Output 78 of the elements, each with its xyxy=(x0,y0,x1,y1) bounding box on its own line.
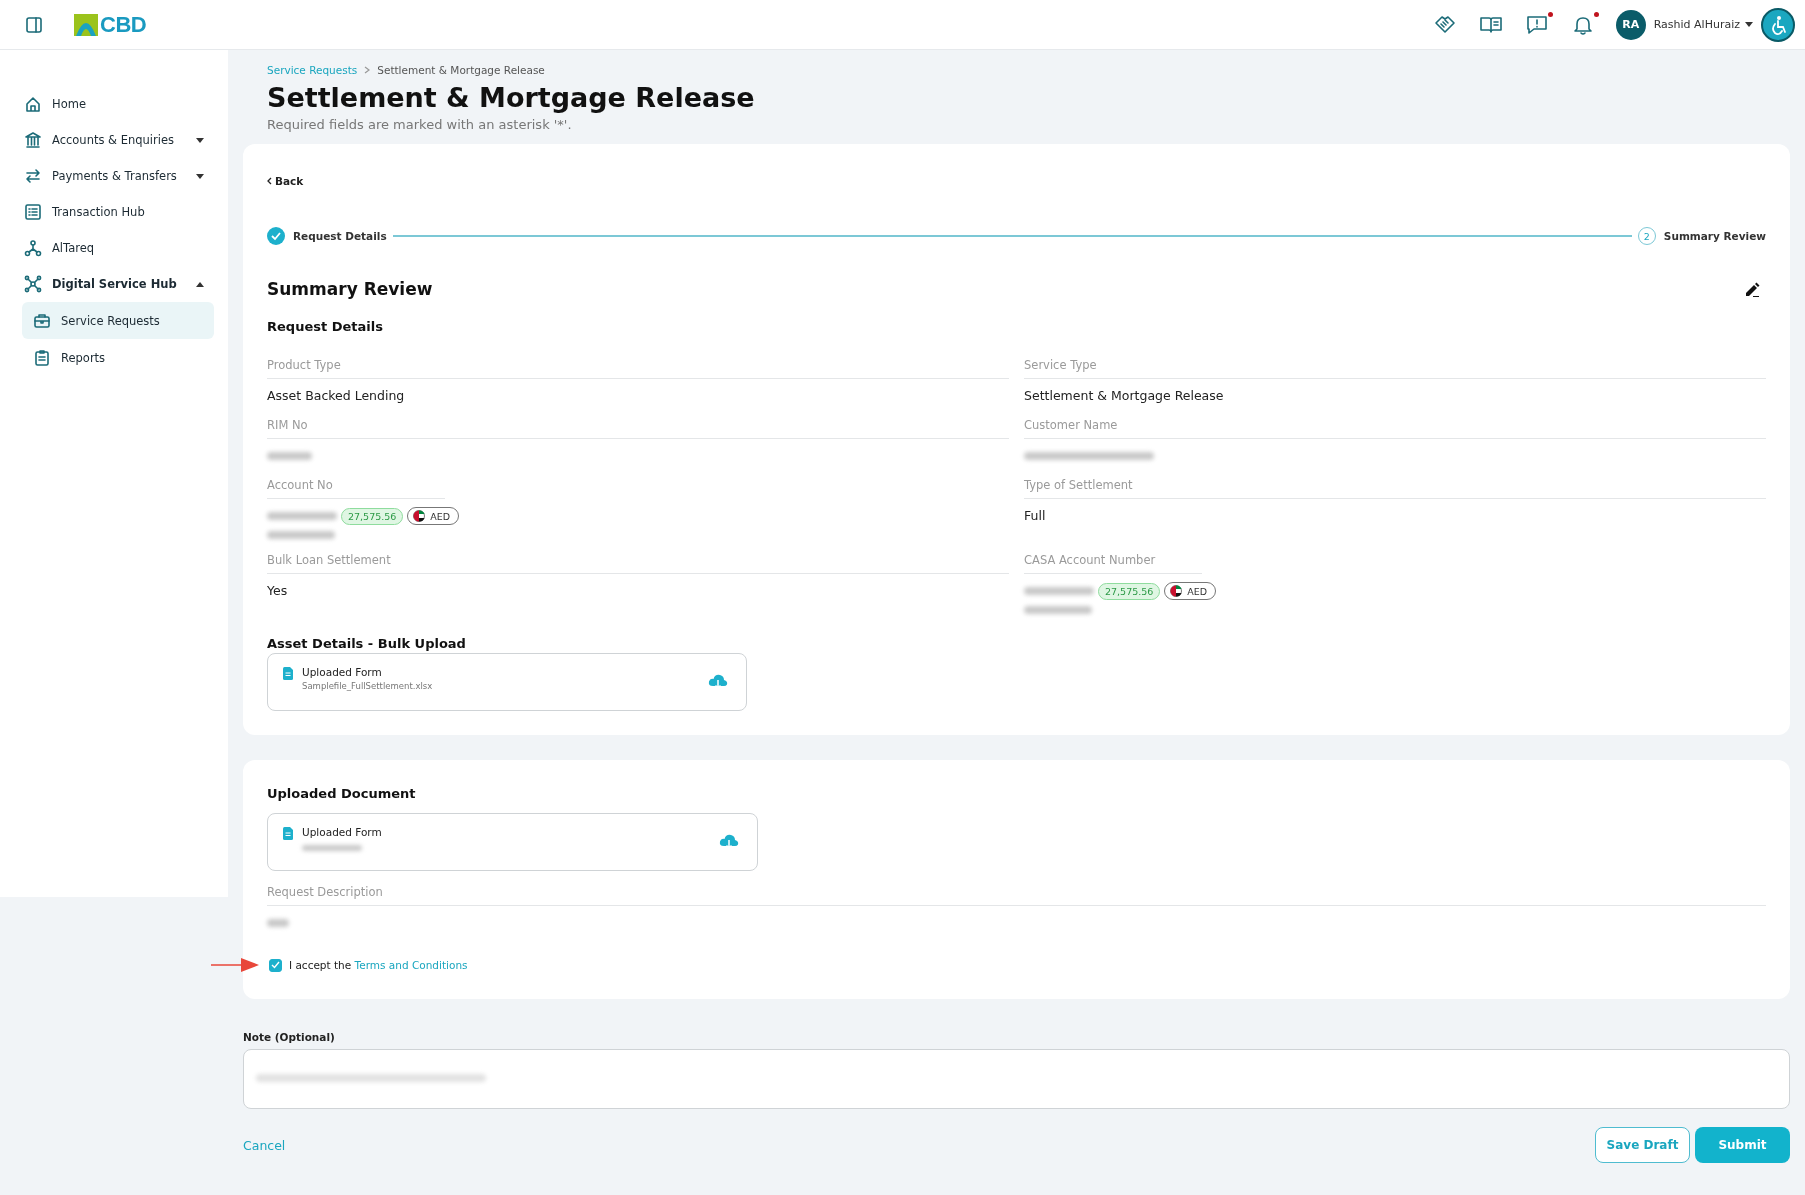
subsection-heading: Asset Details - Bulk Upload xyxy=(267,636,467,651)
redacted-text xyxy=(267,512,337,520)
sidebar-item[interactable]: Accounts & Enquiries xyxy=(22,122,214,158)
back-link[interactable]: Back xyxy=(267,175,304,187)
section-heading: Summary Review xyxy=(267,279,433,299)
checkbox[interactable] xyxy=(269,958,282,972)
redacted-text xyxy=(267,919,289,927)
sidebar-item[interactable]: Service Requests xyxy=(22,302,214,339)
logo-mark-icon xyxy=(74,13,98,36)
clipboard-icon xyxy=(33,348,51,367)
balance-badge: 27,575.56 xyxy=(1098,582,1161,600)
field-label: Account No xyxy=(267,478,445,499)
home-icon xyxy=(24,95,42,113)
chevron-right-icon xyxy=(364,66,371,74)
redacted-text xyxy=(1024,587,1094,595)
balance-badge: 27,575.56 xyxy=(341,507,404,525)
field-label: CASA Account Number xyxy=(1024,553,1202,574)
redacted-text xyxy=(267,452,312,460)
subsection-heading: Uploaded Document xyxy=(267,786,417,801)
document-icon xyxy=(283,827,293,840)
field-label: Service Type xyxy=(1024,358,1766,379)
field-value: Settlement & Mortgage Release xyxy=(1024,388,1225,404)
field-label: Customer Name xyxy=(1024,418,1766,439)
hub-icon xyxy=(24,275,42,293)
page-subtitle: Required fields are marked with an asterisk '*'. xyxy=(267,117,573,132)
file-title: Uploaded Form xyxy=(302,666,383,678)
redacted-text xyxy=(302,845,362,851)
caret-icon xyxy=(196,281,204,287)
pencil-icon xyxy=(1744,281,1760,297)
caret-icon xyxy=(196,137,204,143)
accessibility-button[interactable] xyxy=(1761,7,1795,42)
annotation-arrow xyxy=(211,957,259,973)
network-icon xyxy=(24,239,42,257)
briefcase-icon xyxy=(33,311,51,330)
sidebar-item[interactable]: Payments & Transfers xyxy=(22,158,214,194)
sidebar-item[interactable]: Digital Service Hub xyxy=(22,266,214,302)
breadcrumb-current: Settlement & Mortgage Release xyxy=(377,64,545,76)
redacted-text xyxy=(267,531,335,539)
file-name: Samplefile_FullSettlement.xlsx xyxy=(302,681,434,691)
caret-icon xyxy=(1745,22,1753,27)
panel-toggle-icon[interactable] xyxy=(26,16,42,33)
step-label: Request Details xyxy=(293,230,387,242)
list-icon xyxy=(24,203,42,221)
field-label: Bulk Loan Settlement xyxy=(267,553,1009,574)
bank-icon xyxy=(24,131,42,149)
terms-text: I accept the Terms and Conditions xyxy=(289,959,468,971)
alert-dot xyxy=(1547,11,1553,17)
sidebar-item[interactable]: Reports xyxy=(22,339,214,376)
page-title: Settlement & Mortgage Release xyxy=(267,82,756,113)
step-label: Summary Review xyxy=(1663,230,1766,242)
redacted-text xyxy=(1024,606,1092,614)
flag-icon xyxy=(1170,585,1183,597)
caret-icon xyxy=(196,173,204,179)
sidebar-item[interactable]: Home xyxy=(22,86,214,122)
sidebar-item[interactable]: AlTareq xyxy=(22,230,214,266)
field-value: Full xyxy=(1024,508,1047,524)
field-label: Note (Optional) xyxy=(243,1031,336,1043)
field-label: Type of Settlement xyxy=(1024,478,1766,499)
logo-text: CBD xyxy=(100,11,147,38)
file-title: Uploaded Form xyxy=(302,826,383,838)
field-value: Yes xyxy=(267,583,289,599)
flag-icon xyxy=(413,510,426,522)
field-label: Product Type xyxy=(267,358,1009,379)
currency-code: AED xyxy=(430,510,451,522)
transfer-arrows-icon xyxy=(24,167,42,185)
field-label: RIM No xyxy=(267,418,1009,439)
document-icon xyxy=(283,667,293,680)
edit-button[interactable] xyxy=(1744,281,1760,297)
field-value: Asset Backed Lending xyxy=(267,388,406,404)
sidebar-item[interactable]: Transaction Hub xyxy=(22,194,214,230)
subsection-heading: Request Details xyxy=(267,319,384,334)
field-label: Request Description xyxy=(267,885,1766,906)
avatar[interactable]: RA xyxy=(1615,9,1646,40)
user-menu[interactable]: Rashid AlHuraiz xyxy=(1653,18,1753,31)
currency-code: AED xyxy=(1187,585,1208,597)
chevron-left-icon xyxy=(267,177,272,185)
note-field[interactable] xyxy=(243,1049,1790,1109)
alert-dot xyxy=(1593,11,1599,17)
